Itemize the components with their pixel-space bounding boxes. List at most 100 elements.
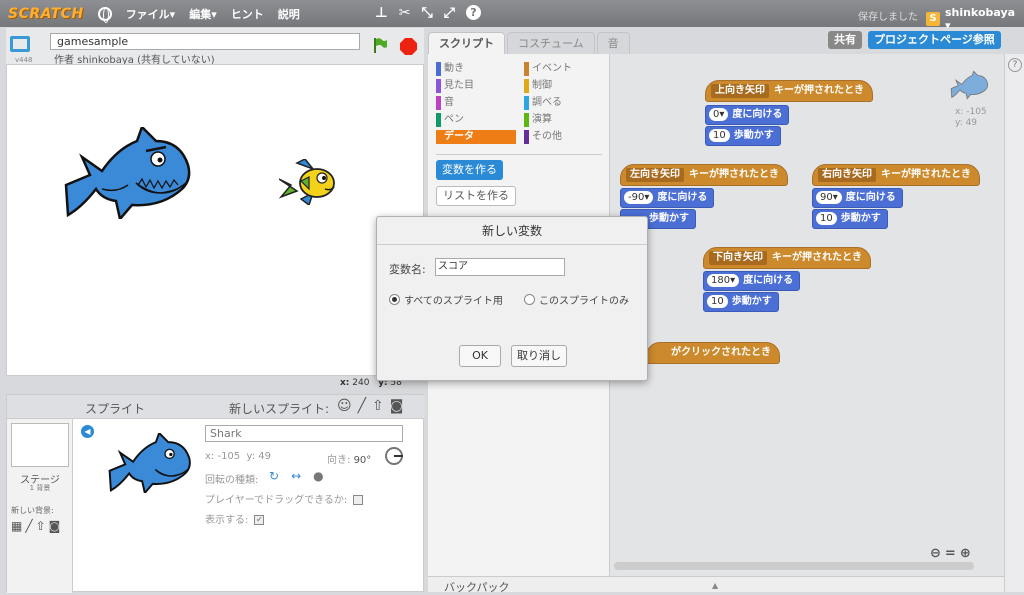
when-right-key-pressed-block[interactable]: 右向き矢印 キーが押されたとき	[812, 164, 980, 186]
paint-backdrop-icon[interactable]: ╱	[25, 519, 32, 533]
category-more-blocks[interactable]: その他	[524, 130, 562, 144]
presentation-mode-icon[interactable]	[10, 36, 30, 52]
new-backdrop-icons: ▦ ╱ ⇧ ◙	[11, 519, 60, 533]
backpack-bar[interactable]: バックパック ▲	[428, 576, 1004, 594]
point-direction-block[interactable]: 0▾ 度に向ける	[705, 105, 790, 125]
show-checkbox[interactable]: ✔	[254, 515, 265, 525]
see-project-page-button[interactable]: プロジェクトページ参照	[868, 31, 1001, 49]
cancel-button[interactable]: 取り消し	[511, 345, 567, 367]
help-icon[interactable]: ?	[465, 5, 481, 20]
camera-sprite-icon[interactable]: ◙	[390, 398, 404, 414]
category-data[interactable]: データ	[436, 130, 516, 144]
draggable-checkbox[interactable]	[353, 495, 364, 505]
category-looks[interactable]: 見た目	[436, 79, 474, 93]
language-globe-icon[interactable]	[97, 6, 112, 23]
when-down-key-pressed-block[interactable]: 下向き矢印 キーが押されたとき	[703, 247, 871, 269]
key-dropdown[interactable]: 下向き矢印	[709, 251, 767, 265]
block-help-icon[interactable]: ?	[1008, 58, 1022, 72]
corner-coordinates: x: -105 y: 49	[955, 107, 987, 128]
ok-button[interactable]: OK	[459, 345, 501, 367]
when-up-key-pressed-block[interactable]: 上向き矢印 キーが押されたとき	[705, 80, 873, 102]
category-operators[interactable]: 演算	[524, 113, 552, 127]
green-flag-icon[interactable]	[372, 37, 388, 53]
info-back-icon[interactable]: ◀	[81, 425, 94, 438]
tab-scripts[interactable]: スクリプト	[428, 32, 505, 54]
fish-sprite[interactable]	[279, 159, 339, 205]
category-sensing[interactable]: 調べる	[524, 96, 562, 110]
delete-scissors-icon[interactable]: ✂	[399, 5, 411, 21]
for-all-sprites-option[interactable]: すべてのスプライト用	[389, 292, 503, 307]
tool-icons: ⊥ ✂ ⤡ ⤢ ?	[375, 5, 481, 21]
paint-sprite-icon[interactable]: ╱	[358, 398, 366, 414]
variable-name-input[interactable]: スコア	[435, 258, 565, 276]
horizontal-scrollbar[interactable]	[614, 562, 974, 570]
move-steps-block[interactable]: 10 歩動かす	[705, 126, 781, 146]
move-steps-block[interactable]: 10 歩動かす	[703, 292, 779, 312]
make-variable-button[interactable]: 変数を作る	[436, 160, 503, 180]
key-dropdown[interactable]: 上向き矢印	[711, 84, 769, 98]
category-events[interactable]: イベント	[524, 62, 572, 76]
upload-sprite-icon[interactable]: ⇧	[372, 398, 384, 414]
this-sprite-only-radio[interactable]	[524, 294, 535, 305]
sprite-pane: スプライト 新しいスプライト: ☺ ╱ ⇧ ◙ ステージ 1 背景 新しい背景:…	[6, 394, 425, 593]
key-dropdown[interactable]: 左向き矢印	[626, 168, 684, 182]
shrink-icon[interactable]: ⤢	[444, 5, 455, 21]
sprite-pane-header: スプライト 新しいスプライト: ☺ ╱ ⇧ ◙	[7, 395, 425, 419]
stage-column: ステージ 1 背景 新しい背景: ▦ ╱ ⇧ ◙	[7, 419, 73, 593]
zoom-reset-icon[interactable]: =	[945, 546, 956, 561]
upload-backdrop-icon[interactable]: ⇧	[36, 519, 46, 533]
sprite-x: x: -105	[205, 451, 241, 462]
backpack-label: バックパック	[444, 581, 510, 594]
backdrop-library-icon[interactable]: ▦	[11, 519, 22, 533]
category-sound[interactable]: 音	[436, 96, 454, 110]
direction-label: 向き:	[327, 455, 351, 466]
this-sprite-only-option[interactable]: このスプライトのみ	[524, 292, 629, 307]
rotation-style-icons: ↻ ↔ ●	[269, 469, 324, 483]
point-direction-block[interactable]: -90▾ 度に向ける	[620, 188, 715, 208]
grow-icon[interactable]: ⤡	[422, 5, 433, 21]
help-sidebar: ?	[1004, 54, 1024, 592]
about-menu[interactable]: 説明	[278, 6, 300, 22]
project-title-input[interactable]: gamesample	[50, 33, 360, 50]
zoom-in-icon[interactable]: ⊕	[960, 546, 971, 561]
edit-menu[interactable]: 編集▾	[189, 6, 217, 22]
stage-thumbnail[interactable]	[11, 423, 69, 467]
tab-costumes[interactable]: コスチューム	[507, 32, 595, 54]
left-right-icon[interactable]: ↔	[291, 469, 301, 483]
when-left-key-pressed-block[interactable]: 左向き矢印 キーが押されたとき	[620, 164, 788, 186]
duplicate-stamp-icon[interactable]: ⊥	[375, 5, 388, 21]
scratch-logo[interactable]: SCRATCH	[8, 6, 84, 22]
direction-row: 向き: 90°	[327, 451, 371, 466]
file-menu[interactable]: ファイル▾	[126, 6, 176, 22]
for-all-sprites-radio[interactable]	[389, 294, 400, 305]
tips-menu[interactable]: ヒント	[231, 6, 264, 22]
new-sprite-label: 新しいスプライト:	[229, 402, 330, 416]
script-area[interactable]	[610, 54, 1004, 576]
move-steps-block[interactable]: 10 歩動かす	[812, 209, 888, 229]
point-direction-block[interactable]: 180▾ 度に向ける	[703, 271, 801, 291]
tab-sounds[interactable]: 音	[596, 32, 630, 54]
sprite-pane-title: スプライト	[85, 402, 146, 416]
new-backdrop-label: 新しい背景:	[11, 506, 54, 515]
sprite-thumbnail[interactable]	[107, 433, 195, 493]
stage-canvas[interactable]	[6, 64, 424, 376]
share-button[interactable]: 共有	[828, 31, 862, 49]
category-control[interactable]: 制御	[524, 79, 552, 93]
backpack-toggle-icon[interactable]: ▲	[712, 581, 718, 590]
sprite-name-input[interactable]: Shark	[205, 425, 403, 442]
make-list-button[interactable]: リストを作る	[436, 186, 516, 206]
sprite-library-icon[interactable]: ☺	[337, 398, 352, 414]
user-menu[interactable]: S shinkobaya ▾	[926, 6, 1024, 32]
category-pen[interactable]: ペン	[436, 113, 464, 127]
shark-sprite[interactable]	[62, 127, 197, 219]
save-status: 保存しました	[858, 12, 918, 23]
direction-dial[interactable]	[385, 447, 403, 465]
dont-rotate-icon[interactable]: ●	[313, 469, 323, 483]
camera-backdrop-icon[interactable]: ◙	[49, 519, 61, 533]
zoom-out-icon[interactable]: ⊖	[930, 546, 941, 561]
when-flag-clicked-block[interactable]: がクリックされたとき	[646, 342, 780, 364]
key-dropdown[interactable]: 右向き矢印	[818, 168, 876, 182]
rotate-all-around-icon[interactable]: ↻	[269, 469, 279, 483]
category-motion[interactable]: 動き	[436, 62, 464, 76]
point-direction-block[interactable]: 90▾ 度に向ける	[812, 188, 903, 208]
